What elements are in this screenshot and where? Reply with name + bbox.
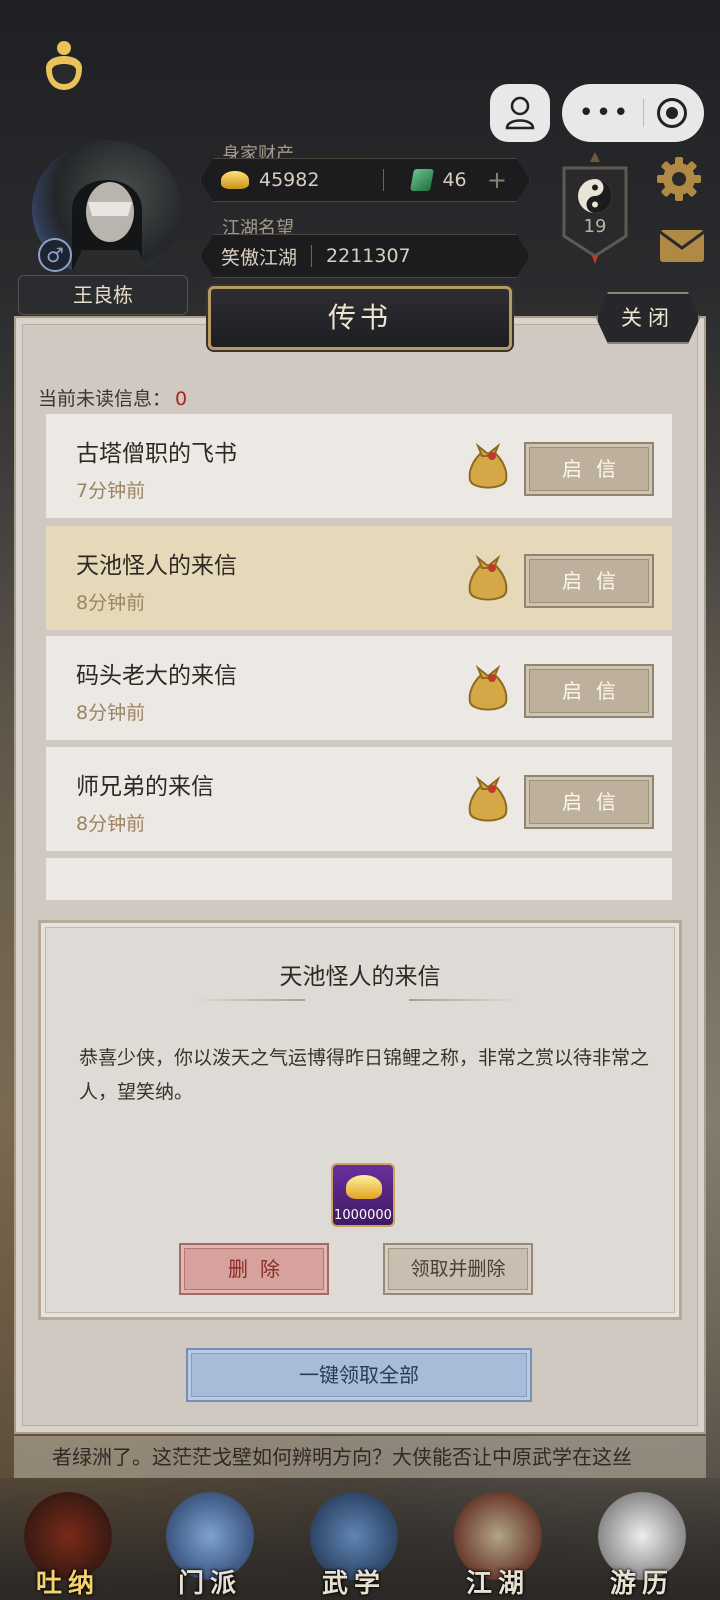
letter-title: 师兄弟的来信 (76, 774, 214, 800)
ornament-right (409, 999, 519, 1001)
wealth-separator (383, 169, 384, 191)
capsule-divider (643, 99, 645, 127)
letter-time: 8分钟前 (76, 592, 146, 614)
taiji-level-badge[interactable] (556, 152, 634, 264)
unread-count: 0 (175, 388, 188, 410)
letter-detail: 天池怪人的来信 恭喜少侠，你以泼天之气运博得昨日锦鲤之称，非常之赏以待非常之人，… (38, 920, 682, 1320)
nav-label: 江湖 (465, 1569, 530, 1599)
letter-row-partial[interactable] (46, 858, 672, 900)
letter-time: 8分钟前 (76, 813, 146, 835)
money-pouch-icon (468, 775, 508, 822)
letter-time: 7分钟前 (76, 480, 146, 502)
delete-button[interactable]: 删除 (179, 1243, 329, 1295)
open-letter-button[interactable]: 启信 (524, 775, 654, 829)
letter-row[interactable]: 师兄弟的来信 8分钟前 启信 (46, 747, 672, 851)
nav-jianghu[interactable]: 江湖 (438, 1484, 558, 1600)
wealth-bar: 45982 46 + (200, 158, 530, 202)
open-letter-button[interactable]: 启信 (524, 554, 654, 608)
add-currency-button[interactable]: + (487, 166, 507, 194)
reward-item[interactable]: 1000000 (331, 1163, 395, 1227)
detail-title: 天池怪人的来信 (279, 964, 441, 990)
story-ticker: 者绿洲了。这茫茫戈壁如何辨明方向？大侠能否让中原武学在这丝 (14, 1436, 706, 1478)
more-dots-icon[interactable]: ••• (578, 100, 630, 126)
letter-row[interactable]: 古塔僧职的飞书 7分钟前 启信 (46, 414, 672, 518)
mail-icon[interactable] (658, 228, 706, 264)
jade-icon (411, 169, 435, 191)
nav-wuxue[interactable]: 武学 (294, 1484, 414, 1600)
bottom-nav: 吐纳 门派 武学 江湖 游历 (0, 1478, 720, 1600)
nav-label: 门派 (177, 1569, 242, 1599)
top-bar: ••• ♂ 王良栋 身家财产 45982 46 + 江湖名望 笑傲江湖 2211… (0, 0, 720, 315)
money-pouch-icon (468, 664, 508, 711)
gold-ingot-icon (346, 1175, 382, 1199)
reputation-title: 笑傲江湖 (221, 246, 298, 269)
person-icon (505, 96, 535, 130)
claim-and-delete-button[interactable]: 领取并删除 (383, 1243, 533, 1295)
jade-amount: 46 (442, 169, 467, 191)
money-pouch-icon (468, 442, 508, 489)
gender-male-icon: ♂ (38, 238, 72, 272)
ornament-left (195, 999, 305, 1001)
gold-ingot-icon (221, 171, 249, 189)
panel-title: 传书 (208, 286, 512, 350)
topknot-icon[interactable] (40, 38, 88, 92)
letter-list[interactable]: 古塔僧职的飞书 7分钟前 启信 天池怪人的来信 8分钟前 启信 码头老大的来信 … (38, 414, 674, 900)
letter-row[interactable]: 天池怪人的来信 8分钟前 启信 (46, 526, 672, 630)
nav-menpai[interactable]: 门派 (150, 1484, 270, 1600)
unread-info: 当前未读信息： 0 (38, 384, 187, 411)
reputation-bar: 笑傲江湖 2211307 (200, 234, 530, 278)
reputation-value: 2211307 (326, 245, 411, 267)
nav-label: 吐纳 (35, 1569, 100, 1599)
letter-title: 天池怪人的来信 (76, 553, 237, 579)
unread-label: 当前未读信息： (38, 388, 172, 410)
letter-title: 码头老大的来信 (76, 663, 237, 689)
claim-all-button[interactable]: 一键领取全部 (186, 1348, 532, 1402)
reward-quantity: 1000000 (334, 1208, 392, 1223)
gold-amount: 45982 (259, 169, 320, 191)
nav-label: 游历 (609, 1569, 674, 1599)
reputation-separator (311, 245, 312, 267)
level-number: 19 (583, 216, 607, 237)
letter-time: 8分钟前 (76, 702, 146, 724)
target-icon[interactable] (657, 98, 688, 128)
nav-label: 武学 (321, 1569, 386, 1599)
money-pouch-icon (468, 554, 508, 601)
player-name: 王良栋 (18, 275, 188, 315)
open-letter-button[interactable]: 启信 (524, 442, 654, 496)
profile-button[interactable] (490, 84, 550, 142)
nav-youli[interactable]: 游历 (582, 1484, 702, 1600)
gear-icon[interactable] (655, 155, 703, 203)
nav-tuna[interactable]: 吐纳 (8, 1484, 128, 1600)
letter-title: 古塔僧职的飞书 (76, 441, 237, 467)
open-letter-button[interactable]: 启信 (524, 664, 654, 718)
close-button[interactable]: 关闭 (596, 292, 700, 344)
mini-program-capsule: ••• (562, 84, 704, 142)
letter-row[interactable]: 码头老大的来信 8分钟前 启信 (46, 636, 672, 740)
detail-body: 恭喜少侠，你以泼天之气运博得昨日锦鲤之称，非常之赏以待非常之人，望笑纳。 (79, 1047, 650, 1103)
